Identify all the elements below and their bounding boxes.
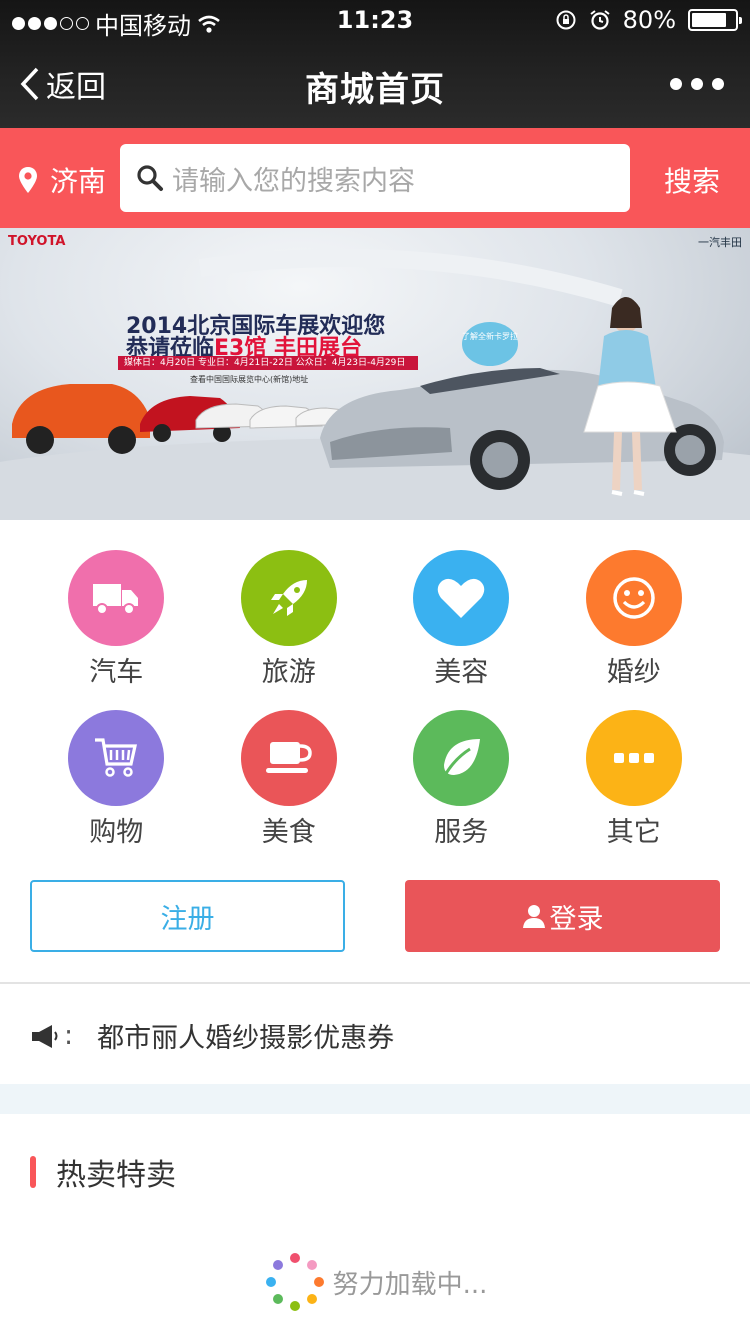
banner-dates: 媒体日：4月20日 专业日：4月21日-22日 公众日：4月23日-4月29日 (118, 356, 418, 370)
announcement-colon: : (64, 1020, 74, 1051)
category-label: 购物 (89, 817, 144, 848)
category-car[interactable]: 汽车 (30, 550, 203, 692)
megaphone-icon (32, 1024, 58, 1048)
login-label: 登录 (549, 903, 604, 935)
register-button[interactable]: 注册 (30, 880, 345, 952)
wedding-circle (585, 550, 682, 646)
navigation-bar: 返回 商城首页 (0, 40, 750, 128)
category-label: 其它 (606, 817, 661, 848)
status-bar: 中国移动 11:23 80% (0, 0, 750, 40)
shopping-circle (68, 710, 165, 806)
login-button[interactable]: 登录 (405, 880, 720, 952)
more-menu-button[interactable] (670, 78, 724, 90)
spinner-icon (265, 1253, 324, 1311)
loading-text: 努力加载中... (332, 1269, 488, 1300)
service-circle (413, 710, 510, 806)
category-wedding[interactable]: 婚纱 (548, 550, 721, 692)
search-input[interactable]: 请输入您的搜索内容 (120, 144, 630, 212)
section-accent-bar (30, 1156, 36, 1188)
smiley-icon (613, 577, 655, 619)
section-gap (0, 1084, 750, 1114)
rotation-lock-icon (556, 10, 576, 30)
alarm-icon (590, 10, 610, 30)
travel-circle (240, 550, 337, 646)
category-label: 服务 (434, 817, 489, 848)
search-bar: 济南 请输入您的搜索内容 搜索 (0, 128, 750, 228)
location-pin-icon (19, 167, 37, 193)
other-circle (585, 710, 682, 806)
battery-percentage: 80% (622, 6, 676, 34)
promo-banner[interactable]: TOYOTA 一汽丰田 2014北京国际车展欢迎您 恭请莅临E3馆 丰田展台 媒… (0, 228, 750, 520)
register-label: 注册 (160, 903, 215, 935)
beauty-circle (413, 550, 510, 646)
city-selector[interactable]: 济南 (18, 160, 106, 200)
category-other[interactable]: 其它 (548, 710, 721, 852)
search-placeholder: 请输入您的搜索内容 (172, 165, 415, 197)
battery-icon (688, 9, 742, 31)
top-bar: 中国移动 11:23 80% 返回 商城首页 (0, 0, 750, 128)
more-dots-icon (670, 78, 682, 90)
food-circle (240, 710, 337, 806)
banner-brand-right: 一汽丰田 (698, 236, 742, 249)
category-beauty[interactable]: 美容 (375, 550, 548, 692)
category-service[interactable]: 服务 (375, 710, 548, 852)
rocket-icon (270, 580, 307, 616)
user-icon (522, 905, 545, 928)
category-label: 汽车 (89, 657, 144, 688)
leaf-icon (442, 739, 481, 778)
category-label: 旅游 (261, 657, 316, 688)
category-shopping[interactable]: 购物 (30, 710, 203, 852)
category-label: 美食 (261, 817, 316, 848)
banner-brand-logo: TOYOTA (8, 234, 66, 249)
coffee-cup-icon (265, 742, 312, 773)
section-divider (0, 982, 750, 984)
banner-illustration (0, 249, 750, 520)
car-circle (68, 550, 165, 646)
category-travel[interactable]: 旅游 (203, 550, 376, 692)
search-button[interactable]: 搜索 (664, 160, 720, 200)
banner-info-bubble: 了解全新卡罗拉 (462, 322, 518, 366)
page-title: 商城首页 (305, 70, 445, 110)
section-title: 热卖特卖 (56, 1158, 176, 1193)
category-label: 婚纱 (606, 657, 661, 688)
search-icon (137, 165, 163, 191)
hot-sale-header: 热卖特卖 (30, 1150, 176, 1194)
category-food[interactable]: 美食 (203, 710, 376, 852)
city-label: 济南 (50, 165, 107, 198)
category-grid: 汽车 旅游 美容 婚纱 购物 美食 服务 其它 (30, 550, 720, 852)
truck-icon (93, 584, 139, 615)
cart-icon (95, 738, 138, 777)
ellipsis-icon (613, 753, 654, 763)
banner-address: 查看中国国际展览中心(新馆)地址 (190, 375, 309, 384)
loading-indicator: 努力加载中... (0, 1250, 750, 1314)
category-label: 美容 (434, 657, 489, 688)
heart-icon (437, 578, 485, 618)
announcement-bar[interactable]: : 都市丽人婚纱摄影优惠券 (30, 1016, 394, 1055)
announcement-text: 都市丽人婚纱摄影优惠券 (97, 1023, 395, 1054)
